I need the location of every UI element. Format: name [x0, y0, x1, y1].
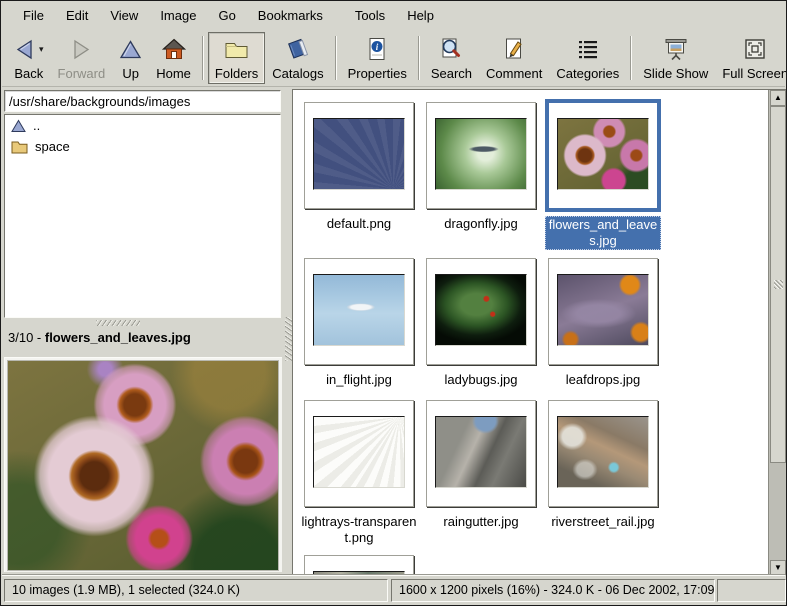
thumbnail-item[interactable]: raingutter.jpg: [423, 400, 539, 530]
menu-go[interactable]: Go: [207, 3, 246, 28]
thumbnail-scrollbar[interactable]: ▲ ▼: [768, 90, 786, 575]
horizontal-splitter[interactable]: [1, 320, 284, 326]
splitter-grip[interactable]: [96, 320, 140, 326]
thumbnail-item-selected[interactable]: flowers_and_leaves.jpg: [545, 102, 661, 250]
list-icon: [577, 38, 599, 60]
thumbnail-label[interactable]: dragonfly.jpg: [423, 216, 539, 232]
thumbnail-item[interactable]: default.png: [301, 102, 417, 232]
thumbnail-image: [313, 118, 405, 190]
up-icon: [119, 39, 142, 60]
folder-icon: [224, 39, 249, 59]
status-images-summary: 10 images (1.9 MB), 1 selected (324.0 K): [4, 579, 388, 602]
thumbnail-label[interactable]: leafdrops.jpg: [545, 372, 661, 388]
scroll-down-icon[interactable]: ▼: [770, 560, 786, 575]
back-icon: [14, 39, 36, 60]
catalogs-button[interactable]: Catalogs: [265, 32, 330, 84]
gthumb-window: File Edit View Image Go Bookmarks Tools …: [0, 0, 787, 606]
search-icon: [439, 37, 463, 61]
info-document-icon: i: [365, 37, 389, 61]
back-dropdown-icon[interactable]: ▾: [39, 45, 44, 54]
home-button[interactable]: Home: [149, 32, 198, 84]
vertical-splitter[interactable]: [285, 89, 292, 575]
splitter-grip[interactable]: [285, 317, 292, 361]
up-button[interactable]: Up: [112, 32, 149, 84]
image-counter-status: 3/10 - flowers_and_leaves.jpg: [8, 327, 282, 349]
preview-image: [7, 360, 279, 571]
slideshow-icon: [663, 37, 689, 61]
forward-icon: [70, 39, 92, 60]
thumbnail-item[interactable]: ladybugs.jpg: [423, 258, 539, 388]
menu-bookmarks[interactable]: Bookmarks: [247, 3, 334, 28]
comment-icon: [502, 37, 526, 61]
preview-pane: [4, 357, 282, 572]
menu-bar: File Edit View Image Go Bookmarks Tools …: [2, 2, 785, 29]
thumbnail-label[interactable]: raingutter.jpg: [423, 514, 539, 530]
thumbnail-image: [313, 416, 405, 488]
status-empty-panel: [717, 579, 786, 602]
toolbar-separator: [418, 36, 420, 80]
thumbnail-image: [435, 274, 527, 346]
menu-help[interactable]: Help: [396, 3, 445, 28]
folder-list: .. space: [4, 114, 281, 318]
thumbnail-item-partial[interactable]: [301, 555, 417, 575]
thumbnail-item[interactable]: riverstreet_rail.jpg: [545, 400, 661, 530]
thumbnail-image: [435, 118, 527, 190]
scrollbar-thumb[interactable]: [770, 106, 786, 463]
thumbnail-image: [313, 274, 405, 346]
book-icon: [285, 37, 311, 61]
categories-button[interactable]: Categories: [549, 32, 626, 84]
thumbnail-image: [435, 416, 527, 488]
forward-button: Forward: [51, 32, 113, 84]
status-image-details: 1600 x 1200 pixels (16%) - 324.0 K - 06 …: [391, 579, 715, 602]
thumbnail-image: [557, 274, 649, 346]
thumbnail-label[interactable]: lightrays-transparent.png: [301, 514, 417, 546]
thumbnail-image: [557, 118, 649, 190]
toolbar-separator: [202, 36, 204, 80]
menu-view[interactable]: View: [99, 3, 149, 28]
slide-show-button[interactable]: Slide Show: [636, 32, 715, 84]
menu-tools[interactable]: Tools: [344, 3, 396, 28]
properties-button[interactable]: i Properties: [341, 32, 414, 84]
scrollbar-grip: [774, 280, 783, 289]
thumbnail-label[interactable]: default.png: [301, 216, 417, 232]
thumbnail-label[interactable]: ladybugs.jpg: [423, 372, 539, 388]
home-icon: [162, 38, 186, 60]
status-bar: 10 images (1.9 MB), 1 selected (324.0 K)…: [2, 574, 785, 604]
location-input[interactable]: [4, 90, 281, 112]
thumbnail-image: [557, 416, 649, 488]
full-screen-button[interactable]: Full Screen: [715, 32, 787, 84]
thumbnail-label[interactable]: flowers_and_leaves.jpg: [545, 216, 661, 250]
comment-button[interactable]: Comment: [479, 32, 549, 84]
thumbnail-item[interactable]: lightrays-transparent.png: [301, 400, 417, 546]
thumbnail-label[interactable]: in_flight.jpg: [301, 372, 417, 388]
folder-item-parent[interactable]: ..: [5, 115, 280, 136]
scroll-up-icon[interactable]: ▲: [770, 90, 786, 106]
menu-edit[interactable]: Edit: [55, 3, 99, 28]
fullscreen-icon: [743, 37, 767, 61]
toolbar-separator: [335, 36, 337, 80]
menu-image[interactable]: Image: [149, 3, 207, 28]
thumbnail-item[interactable]: dragonfly.jpg: [423, 102, 539, 232]
folder-icon: [11, 140, 28, 154]
thumbnail-label[interactable]: riverstreet_rail.jpg: [545, 514, 661, 530]
toolbar: ▾ Back Forward Up: [2, 29, 785, 87]
thumbnail-item[interactable]: leafdrops.jpg: [545, 258, 661, 388]
up-folder-icon: [11, 119, 26, 133]
menu-file[interactable]: File: [12, 3, 55, 28]
folder-item-space[interactable]: space: [5, 136, 280, 157]
toolbar-separator: [630, 36, 632, 80]
thumbnail-item[interactable]: in_flight.jpg: [301, 258, 417, 388]
folders-button[interactable]: Folders: [208, 32, 265, 84]
search-button[interactable]: Search: [424, 32, 479, 84]
back-button[interactable]: ▾ Back: [7, 32, 51, 84]
thumbnail-pane: default.png dragonfly.jpg flowers_and_le…: [292, 89, 786, 575]
current-filename: flowers_and_leaves.jpg: [45, 330, 191, 345]
